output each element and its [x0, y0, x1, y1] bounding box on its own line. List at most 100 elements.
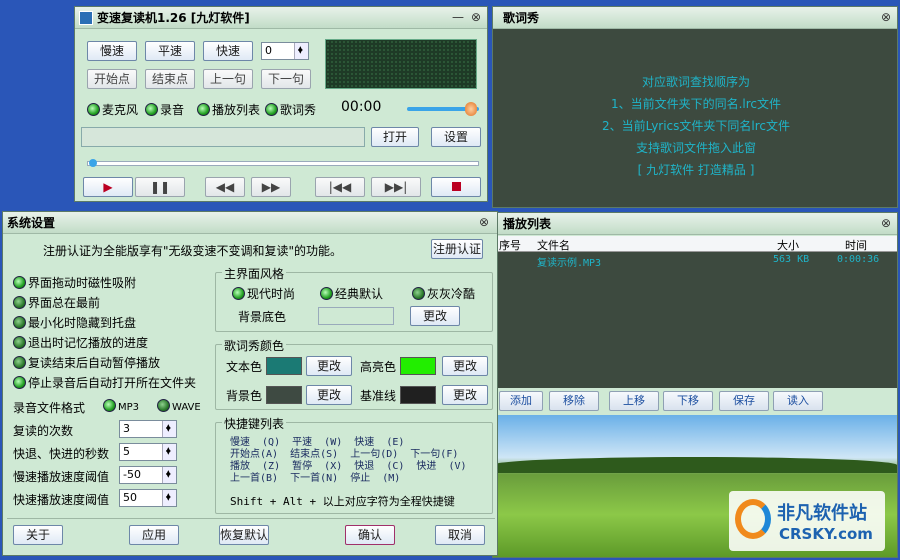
add-button[interactable]: 添加	[499, 391, 543, 411]
option-label: 停止录音后自动打开所在文件夹	[28, 376, 197, 390]
hotkey-title: 快捷键列表	[222, 415, 287, 432]
move-up-button[interactable]: 上移	[609, 391, 659, 411]
col-time[interactable]: 时间	[845, 237, 867, 253]
option-label: 复读结束后自动暂停播放	[28, 356, 161, 370]
highlight-change-button[interactable]: 更改	[442, 356, 488, 376]
col-index[interactable]: 序号	[499, 237, 521, 253]
col-filename[interactable]: 文件名	[537, 237, 570, 253]
next-track-button[interactable]: ▶▶|	[371, 177, 421, 197]
radio-icon	[320, 287, 333, 300]
bg-change-button[interactable]: 更改	[410, 306, 460, 326]
radio-icon	[412, 287, 425, 300]
move-down-button[interactable]: 下移	[663, 391, 713, 411]
style-gray-radio[interactable]: 灰灰冷酷	[412, 285, 475, 302]
repeat-value: 3	[123, 422, 130, 435]
option-magnetic[interactable]: 界面拖动时磁性吸附	[13, 274, 136, 291]
bg-color-label: 背景底色	[238, 310, 287, 324]
option-remember[interactable]: 退出时记忆播放的进度	[13, 334, 148, 351]
confirm-button[interactable]: 确认	[345, 525, 395, 545]
open-button[interactable]: 打开	[371, 127, 419, 147]
forward-button[interactable]: ▶▶	[251, 177, 291, 197]
landscape-image: 非凡软件站 CRSKY.com	[493, 415, 897, 557]
remove-button[interactable]: 移除	[549, 391, 599, 411]
speed-stepper[interactable]: 0	[261, 41, 309, 60]
fast-threshold-stepper[interactable]: 50	[119, 488, 177, 507]
prev-sentence-button[interactable]: 上一句	[203, 69, 253, 89]
lyric-window: 歌词秀 ⊗ 对应歌词查找顺序为 1、当前文件夹下的同名.lrc文件 2、当前Ly…	[492, 6, 898, 208]
hotkey-note: Shift + Alt + 以上对应字符为全程快捷键	[230, 495, 455, 508]
spin-icon[interactable]	[162, 488, 176, 507]
spin-icon[interactable]	[162, 465, 176, 484]
radio-icon	[13, 336, 26, 349]
playlist-toggle[interactable]: 播放列表	[197, 101, 260, 118]
rewind-button[interactable]: ◀◀	[205, 177, 245, 197]
close-icon[interactable]: ⊗	[469, 10, 483, 24]
about-button[interactable]: 关于	[13, 525, 63, 545]
settings-button[interactable]: 设置	[431, 127, 481, 147]
prev-track-icon: |◀◀	[328, 180, 352, 194]
app-icon	[79, 11, 93, 25]
load-button[interactable]: 读入	[773, 391, 823, 411]
text-color-change-button[interactable]: 更改	[306, 356, 352, 376]
slow-threshold-stepper[interactable]: -50	[119, 465, 177, 484]
lyric-line: [ 九灯软件 打造精品 ]	[637, 163, 755, 177]
register-button[interactable]: 注册认证	[431, 239, 483, 259]
option-openfolder[interactable]: 停止录音后自动打开所在文件夹	[13, 374, 196, 391]
table-row[interactable]: 复读示例.MP3 563 KB 0:00:36	[493, 254, 897, 269]
end-point-button[interactable]: 结束点	[145, 69, 195, 89]
style-modern-radio[interactable]: 现代时尚	[232, 285, 295, 302]
save-button[interactable]: 保存	[719, 391, 769, 411]
baseline-change-button[interactable]: 更改	[442, 385, 488, 405]
progress-knob[interactable]	[89, 159, 97, 167]
lyric-line: 对应歌词查找顺序为	[641, 75, 750, 89]
start-point-button[interactable]: 开始点	[87, 69, 137, 89]
lyric-toggle[interactable]: 歌词秀	[265, 101, 316, 118]
record-toggle[interactable]: 录音	[145, 101, 184, 118]
minimize-icon[interactable]: —	[451, 10, 465, 24]
spin-icon[interactable]	[162, 442, 176, 461]
volume-knob[interactable]	[465, 102, 477, 116]
repeat-stepper[interactable]: 3	[119, 419, 177, 438]
style-group-title: 主界面风格	[222, 265, 287, 282]
option-autopause[interactable]: 复读结束后自动暂停播放	[13, 354, 160, 371]
restore-default-button[interactable]: 恢复默认	[219, 525, 269, 545]
play-button[interactable]: ▶	[83, 177, 133, 197]
speed-spin-icon[interactable]	[294, 41, 308, 60]
hotkey-group: 快捷键列表 慢速 (Q) 平速 (W) 快速 (E) 开始点(A) 结束点(S)…	[215, 415, 493, 514]
file-path-field[interactable]	[81, 127, 365, 147]
apply-button[interactable]: 应用	[129, 525, 179, 545]
next-sentence-button[interactable]: 下一句	[261, 69, 311, 89]
option-label: 界面总在最前	[28, 296, 101, 310]
slow-speed-button[interactable]: 慢速	[87, 41, 137, 61]
pause-button[interactable]: ❚❚	[135, 177, 185, 197]
prev-track-button[interactable]: |◀◀	[315, 177, 365, 197]
record-label: 录音	[160, 103, 185, 117]
settings-window: 系统设置 ⊗ 注册认证为全能版享有"无级变速不变调和复读"的功能。 注册认证 界…	[2, 211, 498, 556]
format-wave-radio[interactable]: WAVE	[157, 399, 201, 413]
stop-button[interactable]	[431, 177, 481, 197]
register-notice: 注册认证为全能版享有"无级变速不变调和复读"的功能。	[43, 244, 343, 258]
slow-value: -50	[123, 468, 141, 481]
progress-track[interactable]	[87, 161, 479, 166]
normal-speed-button[interactable]: 平速	[145, 41, 195, 61]
cancel-button[interactable]: 取消	[435, 525, 485, 545]
close-icon[interactable]: ⊗	[477, 215, 491, 229]
style-classic-radio[interactable]: 经典默认	[320, 285, 383, 302]
watermark-domain: CRSKY.com	[779, 525, 873, 543]
radio-icon	[87, 103, 100, 116]
radio-icon	[197, 103, 210, 116]
close-icon[interactable]: ⊗	[879, 10, 893, 24]
spin-icon[interactable]	[162, 419, 176, 438]
player-titlebar: 变速复读机1.26 [九灯软件] — ⊗	[75, 7, 487, 29]
settings-title: 系统设置	[7, 216, 56, 230]
skip-stepper[interactable]: 5	[119, 442, 177, 461]
mic-toggle[interactable]: 麦克风	[87, 101, 138, 118]
format-mp3-radio[interactable]: MP3	[103, 399, 139, 413]
close-icon[interactable]: ⊗	[879, 216, 893, 230]
lyric-title: 歌词秀	[503, 11, 540, 25]
option-topmost[interactable]: 界面总在最前	[13, 294, 100, 311]
col-size[interactable]: 大小	[777, 237, 799, 253]
option-tray[interactable]: 最小化时隐藏到托盘	[13, 314, 136, 331]
bg-color2-change-button[interactable]: 更改	[306, 385, 352, 405]
fast-speed-button[interactable]: 快速	[203, 41, 253, 61]
